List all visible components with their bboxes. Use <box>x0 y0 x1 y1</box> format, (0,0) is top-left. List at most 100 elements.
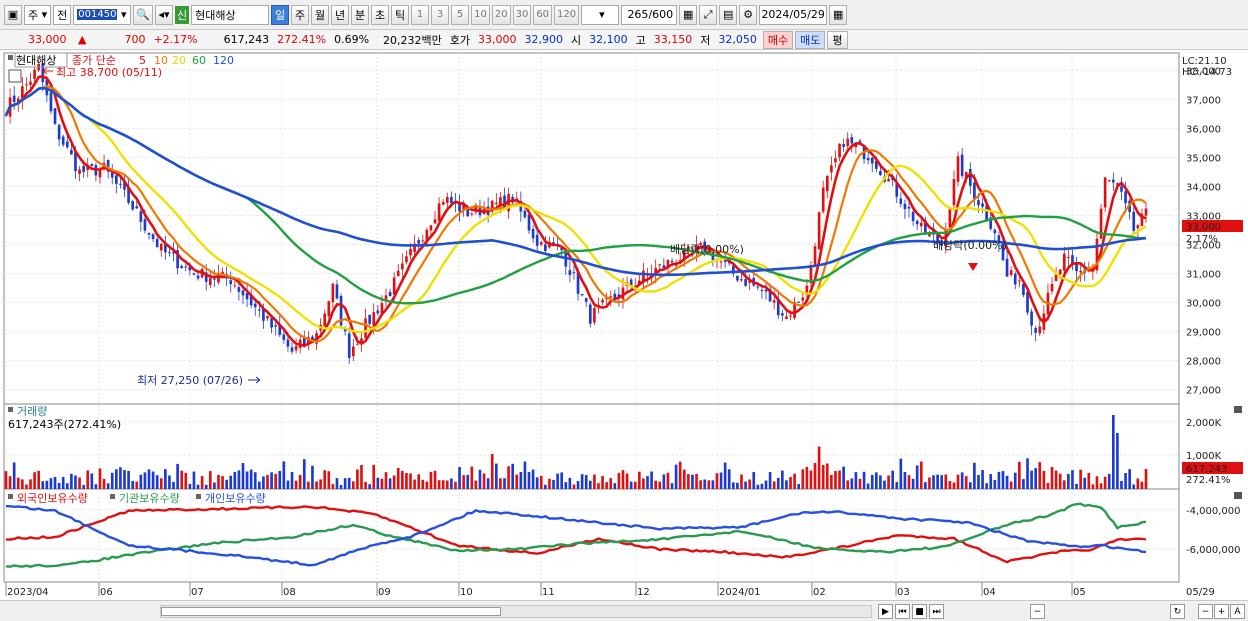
volume-bar <box>1124 473 1127 489</box>
trade-amount: 20,232백만 <box>383 33 442 47</box>
volume-bar <box>727 469 731 489</box>
horizontal-scrollbar[interactable] <box>160 605 872 618</box>
stop-icon[interactable]: ■ <box>912 604 927 619</box>
open-price: 32,100 <box>589 33 628 46</box>
scroll-right-icon[interactable]: ▶ <box>878 604 893 619</box>
volume-bar <box>552 479 555 489</box>
market-select[interactable]: 주 ▾ <box>24 4 52 25</box>
candle-body <box>208 277 212 286</box>
candle-body <box>866 157 870 161</box>
volume-bar <box>715 473 719 489</box>
foreigner-legend: 외국인보유수량 <box>17 492 88 505</box>
volume-bar <box>1091 484 1095 489</box>
volume-bar <box>981 470 984 489</box>
period-tick-tab[interactable]: 틱 <box>391 4 410 25</box>
buy-button[interactable]: 매수 <box>762 30 794 49</box>
period-month-tab[interactable]: 월 <box>311 4 330 25</box>
volume-bar <box>188 483 192 489</box>
interval-5-button[interactable]: 5 <box>451 4 470 25</box>
candle-body <box>797 301 801 303</box>
volume-bar <box>12 462 16 489</box>
interval-custom-select[interactable]: ▾ <box>581 4 620 25</box>
period-minute-tab[interactable]: 분 <box>351 4 370 25</box>
interval-20-button[interactable]: 20 <box>491 4 511 25</box>
volume-bar <box>744 481 747 489</box>
table-icon[interactable] <box>8 69 22 83</box>
stock-code-input[interactable]: 001450 ▾ <box>73 4 132 25</box>
candle-body <box>719 261 723 263</box>
volume-bar <box>16 477 20 489</box>
volume-close-icon[interactable] <box>1234 406 1242 413</box>
interval-10-button[interactable]: 10 <box>471 4 490 25</box>
candle-body <box>1103 177 1107 208</box>
prev-select[interactable]: 전 <box>53 4 72 25</box>
holdings-close-icon[interactable] <box>1234 492 1242 499</box>
search-icon[interactable]: 🔍 <box>133 4 153 25</box>
volume-bar <box>176 463 179 489</box>
zoom-out-icon[interactable]: − <box>1030 604 1045 619</box>
stock-chart[interactable]: 38,00037,00036,00035,00034,00033,00032,0… <box>0 50 1248 600</box>
volume-bar <box>960 472 964 489</box>
volume-bar <box>789 477 792 489</box>
save-icon[interactable]: ▤ <box>719 4 738 25</box>
refresh-icon[interactable]: ↻ <box>1170 604 1185 619</box>
period-week-tab[interactable]: 주 <box>291 4 310 25</box>
evaluate-button[interactable]: 평 <box>827 30 848 49</box>
volume-bar <box>204 484 208 489</box>
period-day-tab[interactable]: 일 <box>271 4 290 25</box>
volume-bar <box>731 482 735 489</box>
candle-body <box>821 187 825 212</box>
volume-bar <box>384 472 388 489</box>
sound-icon[interactable]: ◂▾ <box>154 4 173 25</box>
candle-body <box>588 304 592 324</box>
price-tick-label: 36,000 <box>1186 124 1221 135</box>
interval-3-button[interactable]: 3 <box>431 4 450 25</box>
interval-60-button[interactable]: 60 <box>533 4 553 25</box>
volume-bar <box>682 469 686 489</box>
first-page-icon[interactable]: ⏮ <box>895 604 910 619</box>
candle-body <box>229 280 233 285</box>
volume-bar <box>114 469 118 489</box>
interval-1-button[interactable]: 1 <box>411 4 430 25</box>
candle-body <box>139 211 143 222</box>
volume-bar <box>429 471 433 489</box>
plus-icon[interactable]: + <box>1214 604 1229 619</box>
gear-icon[interactable]: ⚙ <box>739 4 758 25</box>
volume-bar <box>433 470 437 489</box>
volume-bar <box>899 458 903 489</box>
volume-bar <box>834 471 837 489</box>
volume-bar <box>311 465 314 489</box>
scroll-thumb[interactable] <box>161 607 501 616</box>
volume-bar <box>1009 481 1013 489</box>
font-size-icon[interactable]: A <box>1230 604 1245 619</box>
candle-body <box>323 313 327 327</box>
volume-bar <box>973 462 976 489</box>
stock-name-field[interactable]: 현대해상 <box>191 4 270 25</box>
panel-icon[interactable]: ▣ <box>4 4 22 25</box>
calendar-icon[interactable]: ▦ <box>829 4 848 25</box>
volume-bar <box>564 482 568 489</box>
period-year-tab[interactable]: 년 <box>331 4 350 25</box>
sell-button[interactable]: 매도 <box>795 30 826 49</box>
volume-bar <box>106 483 110 489</box>
volume-bar <box>343 478 347 489</box>
volume-bar <box>560 472 564 489</box>
interval-120-button[interactable]: 120 <box>554 4 580 25</box>
period-second-tab[interactable]: 초 <box>371 4 390 25</box>
candle-body <box>736 275 739 281</box>
grid-icon[interactable]: ▦ <box>679 4 698 25</box>
draw-icon[interactable]: ⤢ <box>699 4 718 25</box>
interval-30-button[interactable]: 30 <box>512 4 532 25</box>
minus-icon[interactable]: − <box>1198 604 1213 619</box>
volume-bar <box>723 462 727 489</box>
volume-bar <box>711 480 715 489</box>
volume-bar <box>490 454 494 489</box>
volume-bar <box>911 478 915 489</box>
count-field[interactable]: 265/600 <box>621 4 678 25</box>
candle-body <box>789 315 792 317</box>
date-field[interactable]: 2024/05/29 <box>759 4 828 25</box>
last-page-icon[interactable]: ⏭ <box>929 604 944 619</box>
volume-bar <box>1042 470 1046 489</box>
volume-bar <box>1062 480 1066 489</box>
volume-bar <box>748 479 751 489</box>
